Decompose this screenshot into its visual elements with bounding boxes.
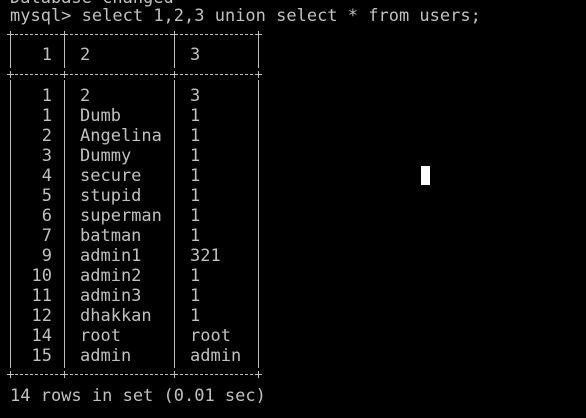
column-header-1: 1 [41, 45, 52, 65]
table-border-junction [255, 71, 262, 78]
cell-col-1: 3 [41, 146, 52, 166]
result-summary: 14 rows in set (0.01 sec) [10, 386, 266, 406]
cell-col-3: 1 [190, 306, 201, 326]
cell-col-3: 1 [190, 146, 201, 166]
cell-col-3: admin [190, 346, 242, 366]
cell-col-2: root [80, 326, 121, 346]
cell-col-1: 5 [41, 186, 52, 206]
table-border-junction [61, 71, 68, 78]
cell-col-1: 15 [31, 346, 52, 366]
table-border-junction [61, 31, 68, 38]
table-border-junction [171, 31, 178, 38]
column-header-3: 3 [190, 45, 201, 65]
cell-col-1: 4 [41, 166, 52, 186]
table-header-column-divider [64, 38, 65, 68]
cell-col-1: 7 [41, 226, 52, 246]
cell-col-1: 2 [41, 126, 52, 146]
table-border-junction [61, 371, 68, 378]
table-border-junction [171, 71, 178, 78]
cell-col-3: 1 [190, 166, 201, 186]
mysql-prompt: mysql> [10, 6, 72, 26]
cell-col-2: admin2 [80, 266, 142, 286]
cell-col-3: 1 [190, 266, 201, 286]
cell-col-2: Dumb [80, 106, 121, 126]
cell-col-2: Dummy [80, 146, 132, 166]
table-header-right-edge [258, 38, 259, 68]
text-cursor [421, 166, 430, 185]
table-body-left-edge [10, 80, 11, 368]
cell-col-2: secure [80, 166, 142, 186]
command-line: mysql> select 1,2,3 union select * from … [10, 6, 481, 26]
sql-command: select 1,2,3 union select * from users; [81, 6, 481, 26]
cell-col-3: 1 [190, 206, 201, 226]
table-body-right-edge [258, 80, 259, 368]
cell-col-2: 2 [80, 86, 91, 106]
cell-col-2: Angelina [80, 126, 162, 146]
cell-col-3: 1 [190, 286, 201, 306]
cell-col-3: 321 [190, 246, 221, 266]
cell-col-3: 1 [190, 226, 201, 246]
cell-col-1: 1 [41, 86, 52, 106]
table-border-junction [7, 371, 14, 378]
table-border-junction [7, 31, 14, 38]
cell-col-3: 3 [190, 86, 201, 106]
cell-col-2: stupid [80, 186, 142, 206]
table-border-junction [7, 71, 14, 78]
table-border-junction [171, 371, 178, 378]
table-border-junction [255, 31, 262, 38]
cell-col-1: 9 [41, 246, 52, 266]
cell-col-1: 1 [41, 106, 52, 126]
cell-col-3: 1 [190, 106, 201, 126]
cell-col-1: 10 [31, 266, 52, 286]
cell-col-2: batman [80, 226, 142, 246]
cell-col-2: admin3 [80, 286, 142, 306]
terminal-window[interactable]: Database changed mysql> select 1,2,3 uni… [0, 0, 586, 418]
cell-col-2: admin [80, 346, 132, 366]
cell-col-3: 1 [190, 126, 201, 146]
cell-col-1: 6 [41, 206, 52, 226]
column-header-2: 2 [80, 45, 91, 65]
table-body-column-divider [174, 80, 175, 368]
table-bottom-border [10, 374, 258, 376]
table-header-left-edge [10, 38, 11, 68]
cell-col-1: 11 [31, 286, 52, 306]
cell-col-2: superman [80, 206, 162, 226]
table-header-border [10, 74, 258, 76]
cell-col-3: root [190, 326, 231, 346]
table-header-column-divider [174, 38, 175, 68]
table-body-column-divider [64, 80, 65, 368]
cell-col-1: 14 [31, 326, 52, 346]
table-top-border [10, 34, 258, 36]
table-border-junction [255, 371, 262, 378]
cell-col-2: admin1 [80, 246, 142, 266]
cell-col-1: 12 [31, 306, 52, 326]
cell-col-3: 1 [190, 186, 201, 206]
cell-col-2: dhakkan [80, 306, 152, 326]
